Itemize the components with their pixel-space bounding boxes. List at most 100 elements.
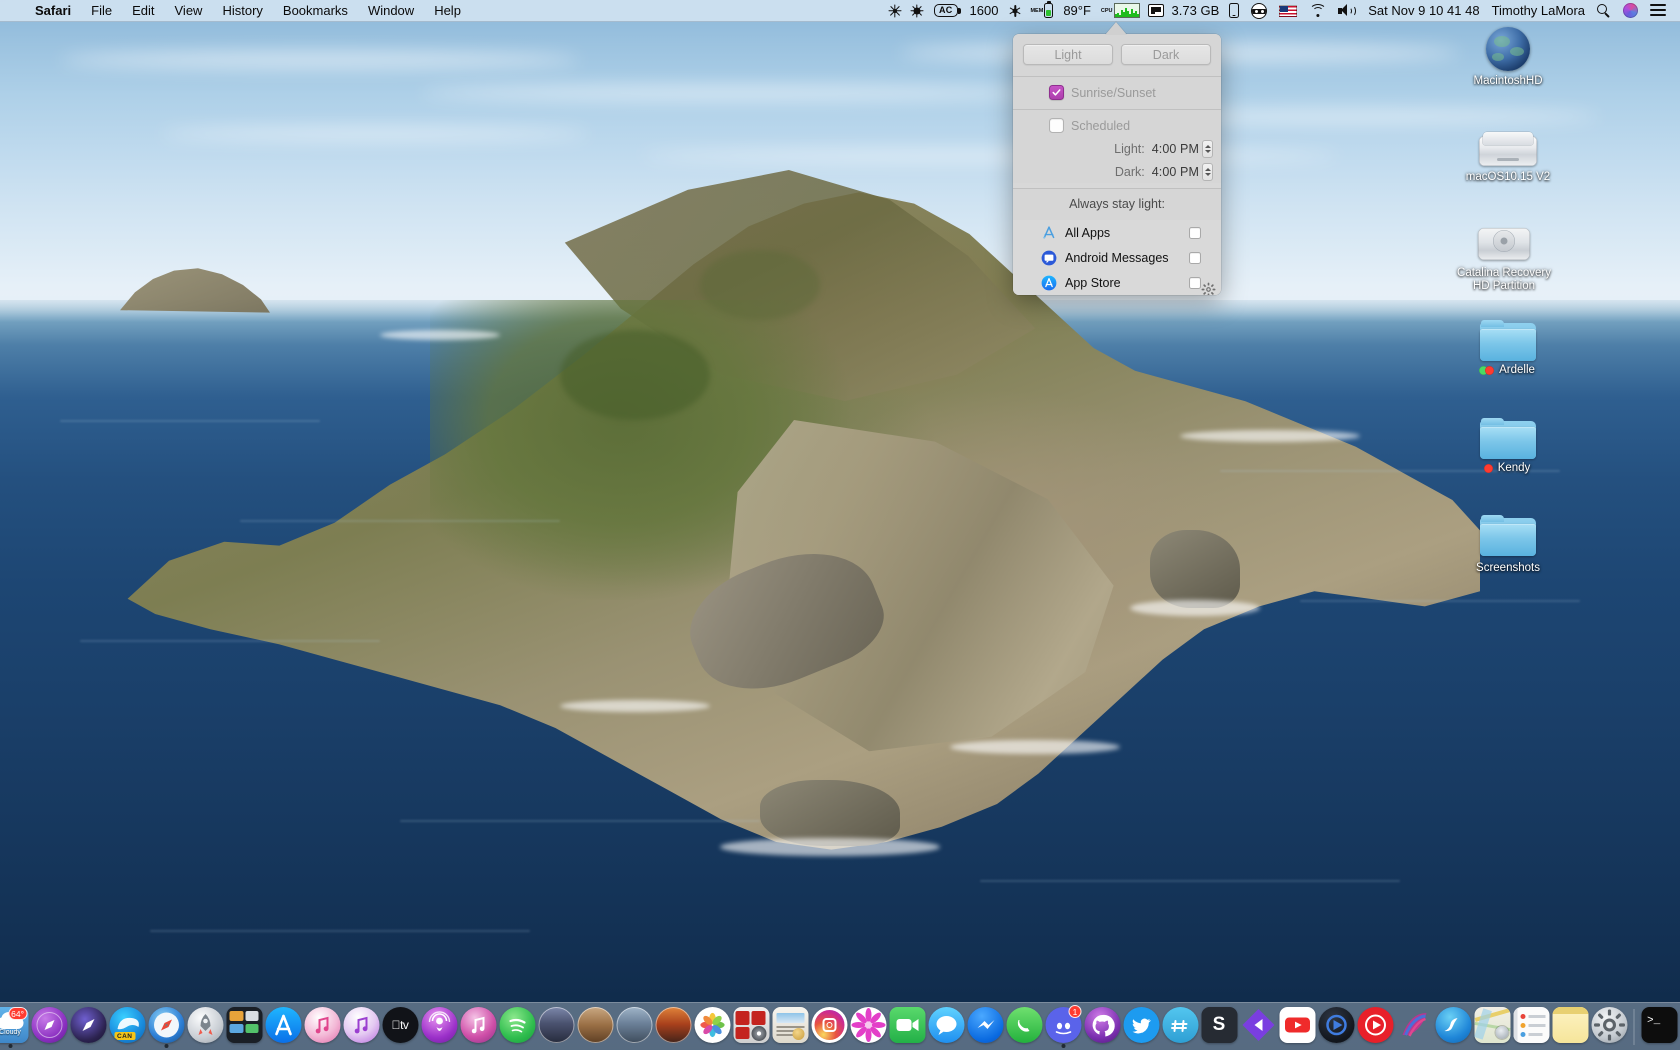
dock-item-squarespace[interactable]: S <box>1200 1005 1239 1050</box>
status-ninja[interactable] <box>1245 0 1273 22</box>
status-fan-rpm[interactable]: 1600 <box>964 0 1005 22</box>
dock-item-safari-purple[interactable] <box>30 1005 69 1050</box>
dock-item-photos-mountain[interactable] <box>615 1005 654 1050</box>
dock-item-github[interactable] <box>1083 1005 1122 1050</box>
status-volume[interactable] <box>1332 0 1362 22</box>
dock-item-pages[interactable] <box>771 1005 810 1050</box>
dock-item-stripes-app[interactable] <box>1395 1005 1434 1050</box>
dock-item-photos-canyon[interactable] <box>576 1005 615 1050</box>
menu-item-file[interactable]: File <box>81 0 122 22</box>
dock-item-safari-dark[interactable] <box>69 1005 108 1050</box>
desktop-icon-macos-1015-v2[interactable]: macOS10.15 V2 <box>1456 124 1560 184</box>
status-control-center[interactable] <box>1644 0 1672 22</box>
dock-item-app-store[interactable] <box>264 1005 303 1050</box>
status-brightness-low[interactable] <box>884 0 906 22</box>
dock-item-edge-canary[interactable]: CAN <box>108 1005 147 1050</box>
status-keyboard-brightness[interactable] <box>1004 0 1026 22</box>
dock-item-spotify[interactable] <box>498 1005 537 1050</box>
dock-item-messages[interactable] <box>927 1005 966 1050</box>
menu-item-bookmarks[interactable]: Bookmarks <box>273 0 358 22</box>
status-wifi[interactable] <box>1303 0 1332 22</box>
app-row-all-apps[interactable]: All Apps <box>1013 220 1221 245</box>
hard-disk-icon <box>1479 124 1537 168</box>
status-siri[interactable] <box>1617 0 1644 22</box>
dock-item-dark-player[interactable] <box>1317 1005 1356 1050</box>
dock-item-weather[interactable]: 64° Cloudy <box>0 1005 30 1050</box>
desktop-icon-macintosh-hd[interactable]: MacintoshHD <box>1456 28 1560 88</box>
dock-item-photos[interactable] <box>693 1005 732 1050</box>
dark-time-stepper[interactable] <box>1202 163 1213 181</box>
dock-item-system-prefs[interactable] <box>1590 1005 1629 1050</box>
status-power-source[interactable]: AC <box>928 0 964 22</box>
dock-item-youtube[interactable] <box>1278 1005 1317 1050</box>
status-memory[interactable]: MEM <box>1026 0 1057 22</box>
apple-tv-icon: tv <box>382 1007 418 1043</box>
dock-item-slack-hash[interactable] <box>1161 1005 1200 1050</box>
dock-item-dvd-player[interactable] <box>732 1005 771 1050</box>
app-checkbox-all-apps[interactable] <box>1189 227 1201 239</box>
app-row-app-store[interactable]: App Store <box>1013 270 1221 295</box>
dark-time-value[interactable]: 4:00 PM <box>1152 165 1199 179</box>
dock-item-itunes[interactable] <box>303 1005 342 1050</box>
status-brightness-high[interactable] <box>906 0 928 22</box>
dock-item-itunes-alt[interactable] <box>459 1005 498 1050</box>
dock-item-launchpad[interactable] <box>186 1005 225 1050</box>
sunrise-sunset-checkbox[interactable] <box>1049 85 1064 100</box>
dock-item-flower-app[interactable] <box>849 1005 888 1050</box>
desktop-icon-kendy[interactable]: Kendy <box>1456 418 1560 475</box>
dock-item-twitter[interactable] <box>1122 1005 1161 1050</box>
dock-item-terminal[interactable]: >_ <box>1640 1005 1679 1050</box>
dock-item-whatsapp[interactable] <box>1005 1005 1044 1050</box>
status-disk[interactable] <box>1144 0 1168 22</box>
dock-item-facetime[interactable] <box>888 1005 927 1050</box>
apple-menu[interactable] <box>0 0 25 22</box>
temperature-value: 89°F <box>1063 3 1091 18</box>
dock-item-photos-night[interactable] <box>537 1005 576 1050</box>
light-time-value[interactable]: 4:00 PM <box>1152 142 1199 156</box>
status-iphone[interactable] <box>1223 0 1245 22</box>
menu-item-view[interactable]: View <box>165 0 213 22</box>
dock-item-youtube-music[interactable] <box>1356 1005 1395 1050</box>
dock-item-maps[interactable] <box>1473 1005 1512 1050</box>
status-temperature[interactable]: 89°F <box>1057 0 1097 22</box>
gear-icon[interactable] <box>1201 282 1217 295</box>
status-user[interactable]: Timothy LaMora <box>1486 0 1591 22</box>
status-clock[interactable]: Sat Nov 9 10 41 48 <box>1362 0 1485 22</box>
weather-badge: 64° <box>8 1007 27 1020</box>
status-spotlight[interactable] <box>1591 0 1617 22</box>
menu-item-window[interactable]: Window <box>358 0 424 22</box>
app-row-android-messages[interactable]: Android Messages <box>1013 245 1221 270</box>
menu-item-help[interactable]: Help <box>424 0 471 22</box>
dock-item-notes[interactable] <box>1551 1005 1590 1050</box>
menu-item-safari[interactable]: Safari <box>25 0 81 22</box>
app-checkbox-android-messages[interactable] <box>1189 252 1201 264</box>
desktop-icon-screenshots[interactable]: Screenshots <box>1456 515 1560 575</box>
dock-item-shazam[interactable] <box>1434 1005 1473 1050</box>
dock-item-podcasts[interactable] <box>420 1005 459 1050</box>
desktop-icon-catalina-recovery[interactable]: Catalina Recovery HD Partition <box>1452 218 1556 293</box>
dock-item-photos-lava[interactable] <box>654 1005 693 1050</box>
menu-item-edit[interactable]: Edit <box>122 0 164 22</box>
scheduled-checkbox[interactable] <box>1049 118 1064 133</box>
dock-item-mission-control[interactable] <box>225 1005 264 1050</box>
dock-item-music[interactable] <box>342 1005 381 1050</box>
dock-item-instagram[interactable] <box>810 1005 849 1050</box>
dock-item-safari-blue[interactable] <box>147 1005 186 1050</box>
status-disk-free[interactable]: 3.73 GB <box>1168 0 1224 22</box>
dock-item-messenger[interactable] <box>966 1005 1005 1050</box>
status-input-source[interactable] <box>1273 0 1303 22</box>
menu-item-history[interactable]: History <box>212 0 272 22</box>
light-time-stepper[interactable] <box>1202 140 1213 158</box>
scheduled-row[interactable]: Scheduled <box>1013 110 1221 137</box>
app-label: Android Messages <box>1065 251 1189 265</box>
desktop-icon-ardelle[interactable]: Ardelle <box>1456 320 1560 377</box>
dock-item-purple-diamond[interactable] <box>1239 1005 1278 1050</box>
sunrise-sunset-row[interactable]: Sunrise/Sunset <box>1013 77 1221 109</box>
status-cpu[interactable]: CPU <box>1097 0 1144 22</box>
app-checkbox-app-store[interactable] <box>1189 277 1201 289</box>
dark-mode-button[interactable]: Dark <box>1121 44 1211 65</box>
dock-item-apple-tv[interactable]: tv <box>381 1005 420 1050</box>
dock-item-discord[interactable]: 1 <box>1044 1005 1083 1050</box>
light-mode-button[interactable]: Light <box>1023 44 1113 65</box>
dock-item-reminders[interactable] <box>1512 1005 1551 1050</box>
